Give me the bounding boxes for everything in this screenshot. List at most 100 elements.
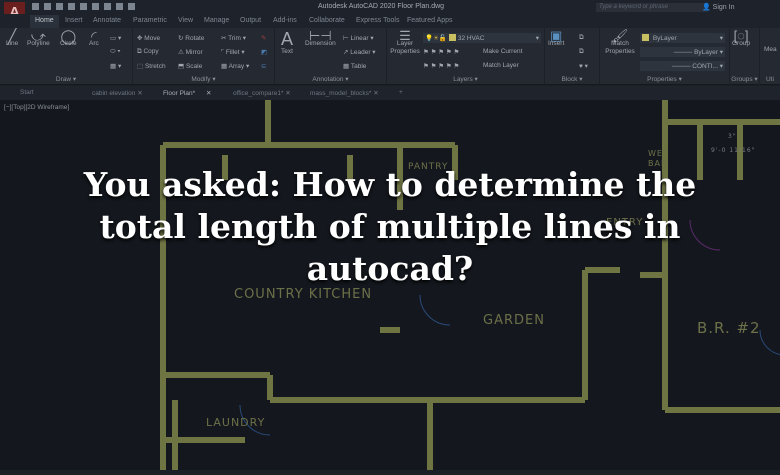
close-icon[interactable]: ✕ xyxy=(373,90,378,97)
tab-insert[interactable]: Insert xyxy=(65,17,83,24)
dimension-small-text: 3" xyxy=(728,133,737,140)
groups-panel: [◌] Group Groups ▾ xyxy=(730,28,760,85)
utilities-panel: Mea Uti xyxy=(760,28,780,85)
circle-button[interactable]: ◯ Circle xyxy=(60,29,77,48)
ellipse-icon[interactable]: ⬭ ▾ xyxy=(110,48,121,56)
window-title: Autodesk AutoCAD 2020 Floor Plan.dwg xyxy=(318,3,445,10)
web-icon[interactable] xyxy=(80,3,87,10)
line-label: Line xyxy=(6,40,19,47)
doc-tab-start[interactable]: Start xyxy=(20,89,34,96)
document-tabs: Start cabin elevation ✕ Floor Plan* ✕ of… xyxy=(0,86,780,100)
linetype-dropdown[interactable]: ──── CONTI... ▾ xyxy=(640,61,725,71)
measure-button[interactable]: Mea xyxy=(764,46,777,54)
hatch-icon[interactable]: ▦ ▾ xyxy=(110,62,121,70)
mirror-button[interactable]: ⚠ Mirror xyxy=(178,48,203,56)
redo-icon[interactable] xyxy=(128,3,135,10)
chevron-down-icon: ▾ xyxy=(719,35,723,42)
trim-icon: ✂ xyxy=(221,35,227,42)
annotation-panel-label[interactable]: Annotation ▾ xyxy=(275,75,386,83)
tab-featured-apps[interactable]: Featured Apps xyxy=(407,17,453,24)
utilities-panel-label[interactable]: Uti xyxy=(760,76,780,83)
layer-properties-button[interactable]: ☰ Layer Properties xyxy=(390,29,420,56)
leader-button[interactable]: ↗ Leader ▾ xyxy=(343,48,376,56)
doc-tab-mass-model-blocks[interactable]: mass_model_blocks* ✕ xyxy=(310,89,379,97)
doc-tab-floor-plan[interactable]: Floor Plan* ✕ xyxy=(163,89,211,97)
insert-label: Insert xyxy=(548,40,565,47)
viewport-controls[interactable]: [−][Top][2D Wireframe] xyxy=(4,104,69,111)
print-icon[interactable] xyxy=(104,3,111,10)
color-value: ByLayer xyxy=(652,35,677,42)
close-icon[interactable]: ✕ xyxy=(206,90,211,97)
lineweight-dropdown[interactable]: ──── ByLayer ▾ xyxy=(640,47,725,57)
properties-panel-label[interactable]: Properties ▾ xyxy=(600,75,729,83)
layers-panel-label[interactable]: Layers ▾ xyxy=(387,75,544,83)
group-button[interactable]: [◌] Group xyxy=(732,29,750,48)
chevron-down-icon: ▾ xyxy=(535,35,539,42)
rotate-icon: ↻ xyxy=(178,35,184,42)
linear-button[interactable]: ⊢ Linear ▾ xyxy=(343,34,374,42)
tab-annotate[interactable]: Annotate xyxy=(93,17,121,24)
fillet-button[interactable]: ⌜ Fillet ▾ xyxy=(221,48,245,56)
tab-manage[interactable]: Manage xyxy=(204,17,229,24)
block-panel-label[interactable]: Block ▾ xyxy=(545,75,599,83)
trim-label: Trim ▾ xyxy=(228,35,246,42)
match-layer-button[interactable]: Match Layer xyxy=(483,62,519,69)
match-properties-button[interactable]: 🖌 Match Properties xyxy=(603,29,637,56)
lineweight-value: ByLayer xyxy=(694,49,718,56)
edit-block-icon[interactable]: ⧉ xyxy=(579,48,584,56)
erase-icon[interactable]: ✎ xyxy=(261,34,266,42)
table-button[interactable]: ▦ Table xyxy=(343,62,366,70)
search-input[interactable]: Type a keyword or phrase xyxy=(596,3,708,12)
line-icon: ╱ xyxy=(7,28,17,44)
close-icon[interactable]: ✕ xyxy=(285,90,290,97)
scale-button[interactable]: ⬒ Scale xyxy=(178,62,202,70)
insert-button[interactable]: ▣ Insert xyxy=(548,28,565,48)
quick-access-toolbar xyxy=(32,3,135,10)
dimension-button[interactable]: ⊢⊣ Dimension xyxy=(305,29,336,48)
trim-button[interactable]: ✂ Trim ▾ xyxy=(221,34,246,42)
sign-in-button[interactable]: 👤 Sign In xyxy=(702,3,734,11)
tab-parametric[interactable]: Parametric xyxy=(133,17,167,24)
save-icon[interactable] xyxy=(56,3,63,10)
line-button[interactable]: ╱ Line xyxy=(6,28,19,48)
undo-icon[interactable] xyxy=(116,3,123,10)
draw-panel-label[interactable]: Draw ▾ xyxy=(0,75,132,83)
doc-tab-office-compare[interactable]: office_compare1* ✕ xyxy=(233,89,291,97)
insert-block-icon: ▣ xyxy=(549,28,563,43)
layer-tools-row-1[interactable]: ⚑ ⚑ ⚑ ⚑ ⚑ xyxy=(423,48,459,56)
modify-panel-label[interactable]: Modify ▾ xyxy=(133,75,274,83)
tab-output[interactable]: Output xyxy=(240,17,261,24)
offset-icon[interactable]: ⊆ xyxy=(261,62,266,70)
array-button[interactable]: ▦ Array ▾ xyxy=(221,62,249,70)
polyline-button[interactable]: ⤻ Polyline xyxy=(27,29,50,48)
explode-icon[interactable]: ◩ xyxy=(261,48,267,56)
open-icon[interactable] xyxy=(44,3,51,10)
groups-panel-label[interactable]: Groups ▾ xyxy=(730,75,759,83)
move-button[interactable]: ✥ Move xyxy=(137,34,160,42)
scale-icon: ⬒ xyxy=(178,63,185,70)
tab-view[interactable]: View xyxy=(178,17,193,24)
attribute-icon[interactable]: ♥ ▾ xyxy=(579,62,588,70)
mobile-icon[interactable] xyxy=(92,3,99,10)
arc-button[interactable]: ◜ Arc xyxy=(89,29,99,48)
layer-tools-row-2[interactable]: ⚑ ⚑ ⚑ ⚑ ⚑ xyxy=(423,62,459,70)
text-button[interactable]: A Text xyxy=(281,30,293,56)
copy-button[interactable]: ⧉ Copy xyxy=(137,48,159,56)
make-current-button[interactable]: Make Current xyxy=(483,48,522,55)
tab-add-ins[interactable]: Add-ins xyxy=(273,17,297,24)
rotate-button[interactable]: ↻ Rotate xyxy=(178,34,204,42)
stretch-button[interactable]: ⬚ Stretch xyxy=(137,62,166,70)
new-tab-button[interactable]: + xyxy=(399,89,403,96)
close-icon[interactable]: ✕ xyxy=(137,90,142,97)
tab-home[interactable]: Home xyxy=(30,15,59,28)
doc-tab-cabin-elevation[interactable]: cabin elevation ✕ xyxy=(92,89,143,97)
table-icon: ▦ xyxy=(343,63,350,70)
save-as-icon[interactable] xyxy=(68,3,75,10)
color-dropdown[interactable]: ByLayer ▾ xyxy=(640,33,725,43)
create-block-icon[interactable]: ⧉ xyxy=(579,34,584,42)
tab-express-tools[interactable]: Express Tools xyxy=(356,17,399,24)
rectangle-icon[interactable]: ▭ ▾ xyxy=(110,34,121,42)
tab-collaborate[interactable]: Collaborate xyxy=(309,17,345,24)
layer-dropdown[interactable]: 💡☀🔓 32 HVAC ▾ xyxy=(423,33,541,43)
new-icon[interactable] xyxy=(32,3,39,10)
